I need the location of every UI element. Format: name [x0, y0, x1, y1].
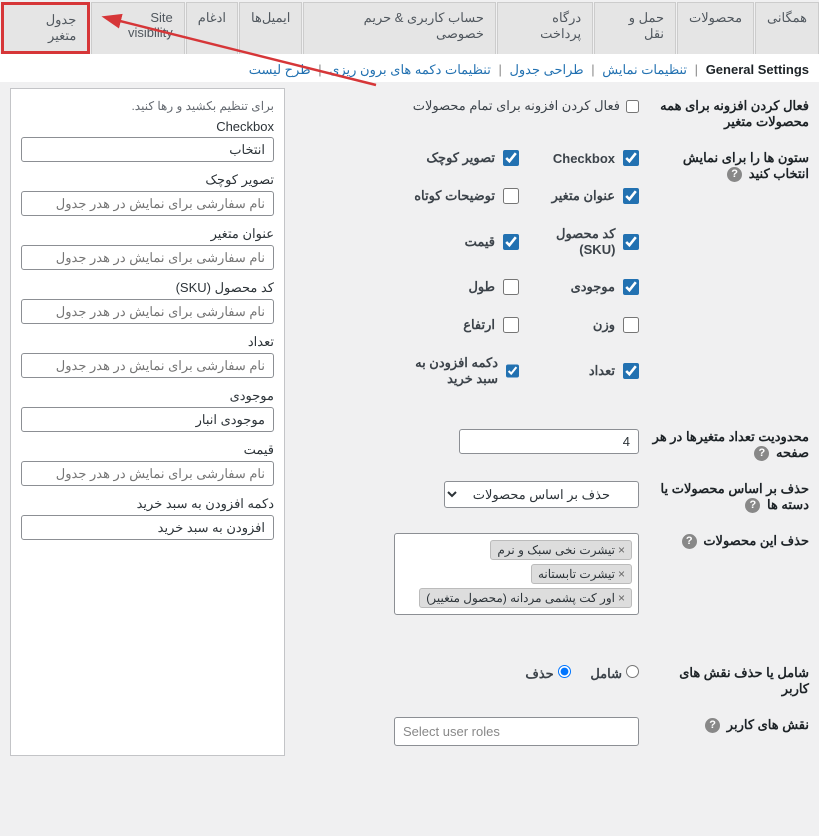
help-icon[interactable]: ?	[682, 534, 697, 549]
sortable-columns-panel: برای تنظیم بکشید و رها کنید. Checkbox تص…	[10, 88, 285, 756]
label-variation-limit: محدودیت تعداد متغیرها در هر صفحه ?	[639, 429, 809, 461]
help-icon[interactable]: ?	[727, 167, 742, 182]
cb-column-weight[interactable]	[623, 317, 639, 333]
sort-input-sku[interactable]	[21, 299, 274, 324]
sort-item-sku[interactable]: کد محصول (SKU)	[21, 280, 274, 324]
lbl-column-thumb: تصویر کوچک	[426, 150, 495, 166]
lbl-column-title: عنوان متغیر	[552, 188, 615, 204]
tag-item[interactable]: ×تیشرت تابستانه	[531, 564, 632, 584]
sort-item-thumb[interactable]: تصویر کوچک	[21, 172, 274, 216]
subnav-list-layout[interactable]: طرح لیست	[249, 62, 311, 77]
help-icon[interactable]: ?	[705, 718, 720, 733]
sort-item-checkbox[interactable]: Checkbox	[21, 119, 274, 162]
lbl-column-qty: تعداد	[589, 363, 615, 379]
tag-item[interactable]: ×اور کت پشمی مردانه (محصول متغییر)	[419, 588, 632, 608]
radio-include[interactable]	[626, 665, 639, 678]
sortable-hint: برای تنظیم بکشید و رها کنید.	[21, 99, 274, 113]
exclude-products-tags[interactable]: ×تیشرت نخی سبک و نرم ×تیشرت تابستانه ×او…	[394, 533, 639, 615]
cb-column-thumb[interactable]	[503, 150, 519, 166]
lbl-column-stock: موجودی	[571, 279, 615, 295]
lbl-column-sku: کد محصول (SKU)	[519, 226, 615, 257]
sort-input-title[interactable]	[21, 245, 274, 270]
tab-emails[interactable]: ایمیل‌ها	[239, 2, 302, 54]
label-enable-plugin: فعال کردن افزونه برای همه محصولات متغیر	[639, 98, 809, 130]
cb-column-stock[interactable]	[623, 279, 639, 295]
tabs-nav: همگانی محصولات حمل و نقل درگاه پرداخت حس…	[0, 0, 819, 54]
cb-column-qty[interactable]	[623, 363, 639, 379]
tab-shipping[interactable]: حمل و نقل	[594, 2, 676, 54]
cb-enable-plugin[interactable]	[626, 100, 639, 113]
tab-account-privacy[interactable]: حساب کاربری & حریم خصوصی	[303, 2, 496, 54]
tab-site-visibility[interactable]: Site visibility	[91, 2, 184, 54]
close-icon[interactable]: ×	[618, 543, 625, 557]
lbl-column-length: طول	[468, 279, 495, 295]
label-user-roles: نقش های کاربر ?	[639, 717, 809, 733]
sort-input-cart[interactable]	[21, 515, 274, 540]
lbl-column-price: قیمت	[465, 234, 495, 250]
sort-item-price[interactable]: قیمت	[21, 442, 274, 486]
tab-general[interactable]: همگانی	[755, 2, 819, 54]
label-include-exclude-roles: شامل یا حذف نقش های کاربر	[639, 665, 809, 697]
sort-item-title[interactable]: عنوان متغیر	[21, 226, 274, 270]
lbl-column-checkbox: Checkbox	[553, 151, 615, 166]
cb-column-title[interactable]	[623, 188, 639, 204]
lbl-column-cart: دکمه افزودن به سبد خرید	[399, 355, 498, 387]
close-icon[interactable]: ×	[618, 567, 625, 581]
sort-item-cart[interactable]: دکمه افزودن به سبد خرید	[21, 496, 274, 540]
tab-variations-table[interactable]: جدول متغیر	[1, 2, 90, 54]
lbl-column-desc: توضیحات کوتاه	[414, 188, 495, 204]
radio-exclude[interactable]	[558, 665, 571, 678]
cb-column-desc[interactable]	[503, 188, 519, 204]
cb-column-length[interactable]	[503, 279, 519, 295]
cb-column-price[interactable]	[503, 234, 519, 250]
label-exclude-products: حذف این محصولات ?	[639, 533, 809, 549]
sort-input-qty[interactable]	[21, 353, 274, 378]
sort-item-stock[interactable]: موجودی	[21, 388, 274, 432]
label-exclude-by: حذف بر اساس محصولات یا دسته ها ?	[639, 481, 809, 513]
tab-payment[interactable]: درگاه پرداخت	[497, 2, 593, 54]
cb-column-cart[interactable]	[506, 363, 519, 379]
cb-enable-plugin-label: فعال کردن افزونه برای تمام محصولات	[413, 98, 620, 114]
tab-products[interactable]: محصولات	[677, 2, 754, 54]
cb-column-sku[interactable]	[623, 234, 639, 250]
tab-integration[interactable]: ادغام	[186, 2, 238, 54]
sort-input-thumb[interactable]	[21, 191, 274, 216]
subnav-display-settings[interactable]: تنظیمات نمایش	[602, 62, 687, 77]
cb-column-height[interactable]	[503, 317, 519, 333]
close-icon[interactable]: ×	[618, 591, 625, 605]
help-icon[interactable]: ?	[745, 498, 760, 513]
subnav: General Settings | تنظیمات نمایش | طراحی…	[0, 54, 819, 82]
subnav-table-design[interactable]: طراحی جدول	[509, 62, 583, 77]
select-user-roles[interactable]: Select user roles	[394, 717, 639, 746]
sort-input-checkbox[interactable]	[21, 137, 274, 162]
cb-column-checkbox[interactable]	[623, 150, 639, 166]
subnav-general-settings: General Settings	[706, 62, 809, 77]
subnav-export-button-settings[interactable]: تنظیمات دکمه های برون ریزی	[329, 62, 491, 77]
lbl-column-height: ارتفاع	[463, 317, 495, 333]
label-select-columns: ستون ها را برای نمایش انتخاب کنید ?	[639, 150, 809, 182]
select-exclude-by[interactable]: حذف بر اساس محصولات	[444, 481, 639, 508]
input-variation-limit[interactable]	[459, 429, 639, 454]
lbl-column-weight: وزن	[593, 317, 615, 333]
sort-item-qty[interactable]: تعداد	[21, 334, 274, 378]
sort-input-price[interactable]	[21, 461, 274, 486]
sort-input-stock[interactable]	[21, 407, 274, 432]
tag-item[interactable]: ×تیشرت نخی سبک و نرم	[490, 540, 632, 560]
help-icon[interactable]: ?	[754, 446, 769, 461]
